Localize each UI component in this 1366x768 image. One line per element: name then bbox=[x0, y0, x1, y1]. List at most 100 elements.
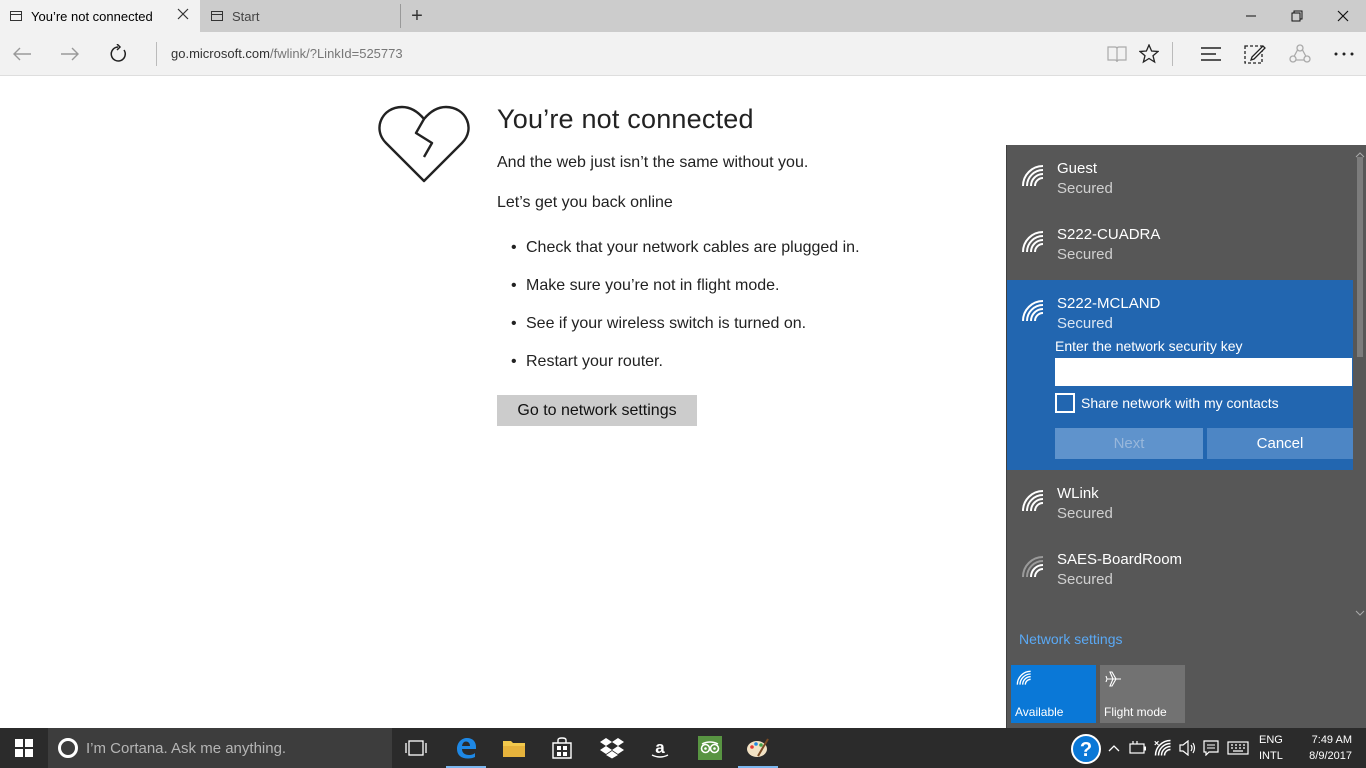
cortana-search-box[interactable]: I’m Cortana. Ask me anything. bbox=[48, 728, 392, 768]
address-field[interactable]: go.microsoft.com/fwlink/?LinkId=525773 bbox=[171, 46, 403, 61]
page-subtitle: And the web just isn’t the same without … bbox=[497, 154, 809, 171]
wifi-signal-icon bbox=[1021, 489, 1045, 518]
web-note-icon[interactable] bbox=[1239, 38, 1271, 70]
clock-time: 7:49 AM bbox=[1311, 734, 1352, 746]
wifi-signal-icon bbox=[1021, 230, 1045, 259]
scroll-thumb[interactable] bbox=[1357, 157, 1363, 357]
divider bbox=[156, 42, 157, 66]
tab-bar: You’re not connected Start + bbox=[0, 0, 1366, 32]
tab-start[interactable]: Start bbox=[201, 0, 401, 32]
refresh-button[interactable] bbox=[102, 38, 134, 70]
network-settings-link[interactable]: Network settings bbox=[1019, 631, 1122, 647]
store-icon[interactable] bbox=[538, 728, 586, 768]
dropbox-icon[interactable] bbox=[588, 728, 636, 768]
list-item: • Check that your network cables are plug… bbox=[511, 239, 860, 256]
new-tab-button[interactable]: + bbox=[406, 4, 428, 28]
network-item-saes-boardroom[interactable]: SAES-BoardRoom Secured bbox=[1007, 536, 1353, 602]
start-button[interactable] bbox=[0, 728, 48, 768]
share-network-label: Share network with my contacts bbox=[1081, 395, 1279, 411]
favorite-star-icon[interactable] bbox=[1133, 38, 1165, 70]
network-status: Secured bbox=[1057, 505, 1113, 522]
forward-button[interactable] bbox=[54, 38, 86, 70]
broken-heart-icon bbox=[378, 105, 470, 188]
network-ssid: WLink bbox=[1057, 485, 1099, 502]
list-item: • Restart your router. bbox=[511, 353, 663, 370]
tips-list: • Check that your network cables are plug… bbox=[511, 239, 860, 391]
network-item-s222-cuadra[interactable]: S222-CUADRA Secured bbox=[1007, 211, 1353, 277]
svg-text:?: ? bbox=[1080, 739, 1092, 761]
list-item: • See if your wireless switch is turned o… bbox=[511, 315, 807, 332]
taskbar: I’m Cortana. Ask me anything. a ? ENG IN… bbox=[0, 728, 1366, 768]
share-network-checkbox[interactable]: Share network with my contacts bbox=[1055, 393, 1279, 413]
network-ssid: SAES-BoardRoom bbox=[1057, 551, 1183, 568]
network-status: Secured bbox=[1057, 315, 1113, 332]
network-status: Secured bbox=[1057, 180, 1113, 197]
help-icon[interactable]: ? bbox=[1070, 733, 1102, 765]
wifi-signal-icon bbox=[1021, 555, 1045, 584]
keyboard-icon[interactable] bbox=[1226, 738, 1250, 758]
close-window-button[interactable] bbox=[1320, 0, 1366, 32]
share-icon[interactable] bbox=[1284, 38, 1316, 70]
back-button[interactable] bbox=[6, 38, 38, 70]
page-lead: Let’s get you back online bbox=[497, 194, 673, 211]
tile-label: Flight mode bbox=[1104, 705, 1167, 719]
network-item-guest[interactable]: Guest Secured bbox=[1007, 145, 1353, 211]
cancel-button[interactable]: Cancel bbox=[1207, 428, 1353, 459]
airplane-icon bbox=[1105, 670, 1123, 693]
search-placeholder: I’m Cortana. Ask me anything. bbox=[86, 739, 287, 757]
list-item: • Make sure you’re not in flight mode. bbox=[511, 277, 780, 294]
taskbar-clock[interactable]: 7:49 AM 8/9/2017 bbox=[1300, 732, 1352, 764]
input-language-indicator[interactable]: ENG INTL bbox=[1259, 732, 1283, 764]
page-icon bbox=[211, 11, 223, 21]
hub-icon[interactable] bbox=[1195, 38, 1227, 70]
wifi-signal-icon bbox=[1021, 299, 1045, 328]
tab-close-icon[interactable] bbox=[176, 8, 190, 22]
language-layout: INTL bbox=[1259, 750, 1283, 762]
error-page: You’re not connected And the web just is… bbox=[0, 77, 1006, 728]
task-view-icon[interactable] bbox=[392, 728, 440, 768]
volume-icon[interactable] bbox=[1177, 738, 1199, 758]
network-ssid: S222-CUADRA bbox=[1057, 226, 1161, 243]
amazon-icon[interactable]: a bbox=[636, 728, 684, 768]
more-actions-icon[interactable] bbox=[1328, 38, 1360, 70]
next-button[interactable]: Next bbox=[1055, 428, 1203, 459]
svg-text:a: a bbox=[655, 738, 665, 757]
tab-you-re-not-connected[interactable]: You’re not connected bbox=[0, 0, 200, 32]
minimize-button[interactable] bbox=[1228, 0, 1274, 32]
tripadvisor-icon[interactable] bbox=[686, 728, 734, 768]
flight-mode-tile[interactable]: Flight mode bbox=[1100, 665, 1185, 723]
scroll-down-icon[interactable] bbox=[1353, 605, 1366, 616]
reading-view-icon[interactable] bbox=[1101, 38, 1133, 70]
network-ssid: S222-MCLAND bbox=[1057, 295, 1161, 312]
action-center-icon[interactable] bbox=[1201, 738, 1221, 758]
network-status: Secured bbox=[1057, 246, 1113, 263]
edge-icon[interactable] bbox=[442, 728, 490, 768]
scroll-up-icon[interactable] bbox=[1353, 147, 1366, 158]
chevron-up-icon[interactable] bbox=[1106, 738, 1122, 758]
wifi-available-tile[interactable]: Available bbox=[1011, 665, 1096, 723]
restore-button[interactable] bbox=[1274, 0, 1320, 32]
url-domain: go.microsoft.com bbox=[171, 46, 270, 61]
security-key-input[interactable] bbox=[1055, 358, 1352, 386]
divider bbox=[1172, 42, 1173, 66]
go-to-network-settings-button[interactable]: Go to network settings bbox=[497, 395, 697, 426]
language-code: ENG bbox=[1259, 734, 1283, 746]
page-icon bbox=[10, 11, 22, 21]
network-item-wlink[interactable]: WLink Secured bbox=[1007, 470, 1353, 536]
windows-logo-icon bbox=[15, 739, 33, 757]
paint-icon[interactable] bbox=[734, 728, 782, 768]
network-list: Guest Secured S222-CUADRA Secured S222-M… bbox=[1007, 145, 1353, 620]
tab-divider bbox=[400, 4, 401, 28]
network-item-s222-mcland[interactable]: S222-MCLAND Secured Enter the network se… bbox=[1007, 280, 1353, 470]
cortana-icon bbox=[58, 738, 78, 758]
network-wifi-icon[interactable] bbox=[1152, 738, 1174, 758]
network-ssid: Guest bbox=[1057, 160, 1098, 177]
network-list-scrollbar[interactable] bbox=[1353, 145, 1366, 620]
battery-plugged-icon[interactable] bbox=[1128, 738, 1148, 758]
navigation-bar: go.microsoft.com/fwlink/?LinkId=525773 bbox=[0, 32, 1366, 76]
checkbox-box[interactable] bbox=[1055, 393, 1075, 413]
page-title: You’re not connected bbox=[497, 104, 754, 134]
file-explorer-icon[interactable] bbox=[490, 728, 538, 768]
tab-label: You’re not connected bbox=[31, 8, 153, 24]
tile-label: Available bbox=[1015, 705, 1064, 719]
